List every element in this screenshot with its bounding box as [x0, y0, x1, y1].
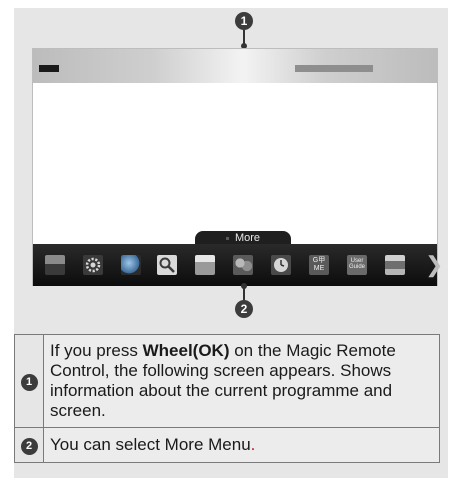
channel-indicator — [39, 65, 59, 72]
user-guide-line-2: Guide — [348, 264, 365, 270]
row1-text-bold: Wheel(OK) — [142, 341, 230, 360]
row-number-cell: 1 — [14, 334, 44, 428]
globe-icon[interactable] — [121, 255, 141, 275]
clock-icon-glyph — [271, 255, 291, 275]
clock-icon[interactable] — [271, 255, 291, 275]
progress-bar — [295, 65, 373, 72]
table-row: 2 You can select More Menu. — [14, 427, 440, 463]
photos-icon[interactable] — [233, 255, 253, 275]
row2-text: You can select More Menu — [50, 435, 251, 454]
callout-marker-2: 2 — [235, 300, 253, 318]
callout-description-table: 1 If you press Wheel(OK) on the Magic Re… — [14, 334, 440, 463]
game-icon[interactable]: G甲ME — [309, 255, 329, 275]
row-number-cell: 2 — [14, 427, 44, 463]
row-description-cell: You can select More Menu. — [43, 427, 440, 463]
row2-period: . — [250, 435, 256, 454]
gear-icon[interactable] — [83, 255, 103, 275]
search-icon-glyph — [157, 255, 177, 275]
row-number-2: 2 — [20, 437, 38, 455]
settings-icon[interactable] — [45, 255, 65, 275]
callout-marker-1: 1 — [235, 12, 253, 30]
row-number-1: 1 — [20, 373, 38, 391]
game-icon-glyph: G甲ME — [312, 257, 326, 272]
launcher-bar: G甲ME User Guide ❯ — [33, 244, 443, 286]
tv-screen: More G甲ME User Guide ❯ — [32, 48, 443, 286]
more-tab[interactable]: More — [195, 231, 291, 245]
gear-icon-glyph — [83, 255, 103, 275]
row1-text-before: If you press — [50, 341, 143, 360]
user-guide-line-1: User — [350, 258, 364, 264]
user-guide-icon[interactable]: User Guide — [347, 255, 367, 275]
table-row: 1 If you press Wheel(OK) on the Magic Re… — [14, 334, 440, 428]
more-label: More — [234, 232, 261, 244]
input-icon[interactable] — [385, 255, 405, 275]
row-description-cell: If you press Wheel(OK) on the Magic Remo… — [43, 334, 440, 428]
chevron-right-icon[interactable]: ❯ — [425, 252, 443, 278]
tv-guide-icon[interactable] — [195, 255, 215, 275]
more-tab-dot — [225, 236, 229, 240]
callout-leader-1 — [243, 30, 245, 44]
callout-leader-2 — [243, 288, 245, 300]
program-info-bar — [33, 49, 437, 83]
search-icon[interactable] — [157, 255, 177, 275]
